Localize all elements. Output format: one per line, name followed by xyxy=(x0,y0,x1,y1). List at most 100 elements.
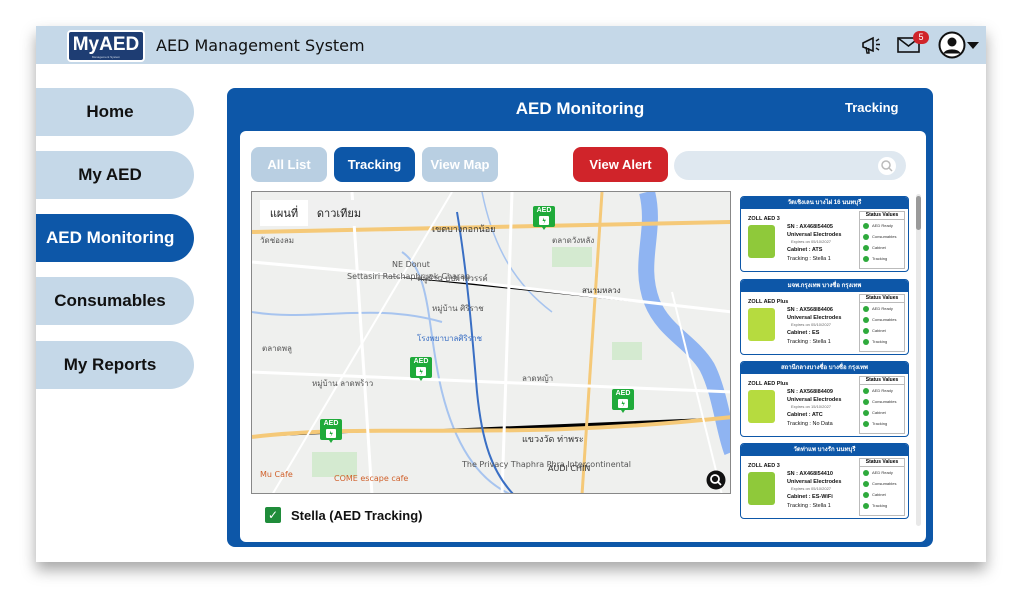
device-expiry: Expires on 05/10/2027 xyxy=(791,322,832,327)
status-label: Consumables xyxy=(872,399,897,404)
status-row: Tracking xyxy=(860,253,904,264)
view-map-button[interactable]: View Map xyxy=(422,147,498,182)
device-location: วัดท่าแพ บางรัก นนทบุรี xyxy=(741,444,908,456)
all-list-button[interactable]: All List xyxy=(251,147,327,182)
user-avatar-icon[interactable] xyxy=(938,31,966,59)
search-input[interactable] xyxy=(674,151,906,180)
status-row: Cabinet xyxy=(860,325,904,336)
sidebar-item-label: Home xyxy=(86,102,134,121)
check-circle-icon xyxy=(863,502,869,509)
map-label: ลาดหญ้า xyxy=(522,374,554,383)
device-serial: SN : AX568I84406 xyxy=(787,307,833,313)
check-circle-icon xyxy=(863,316,869,323)
device-cabinet: Cabinet : ES xyxy=(787,330,820,336)
check-circle-icon xyxy=(863,305,869,312)
aed-device-card[interactable]: มจพ.กรุงเทพ บางซื่อ กรุงเทพ ZOLL AED Plus… xyxy=(740,279,909,355)
map-label: COME escape cafe xyxy=(334,474,409,483)
status-row: Tracking xyxy=(860,418,904,429)
sidebar-item-label: My Reports xyxy=(63,355,157,374)
map-view[interactable]: แผนที่ ดาวเทียม วัดช่องลม เขตบางกอกน้อย … xyxy=(251,191,731,494)
device-tracking: Tracking : No Data xyxy=(787,421,833,427)
sidebar-item-my-reports[interactable]: My Reports xyxy=(36,341,194,389)
status-label: AED Ready xyxy=(872,388,893,393)
check-circle-icon xyxy=(863,398,869,405)
map-label: Settasiri Ratchaphruek-Charan xyxy=(347,272,471,281)
map-zoom-icon[interactable] xyxy=(706,470,726,490)
page-title: AED Monitoring xyxy=(515,99,645,118)
logo[interactable]: MyAED Management System xyxy=(67,30,145,62)
status-label: Consumables xyxy=(872,317,897,322)
logo-text: MyAED xyxy=(72,34,140,55)
sidebar-item-my-aed[interactable]: My AED xyxy=(36,151,194,199)
check-circle-icon xyxy=(863,469,869,476)
map-label: เขตบางกอกน้อย xyxy=(432,225,496,235)
status-values-box: Status Values AED Ready Consumables Cabinet… xyxy=(859,376,905,434)
aed-marker-label: AED xyxy=(615,390,631,397)
check-circle-icon xyxy=(863,327,869,334)
status-label: Tracking xyxy=(872,503,888,508)
map-label: โรงพยาบาลศิริราช xyxy=(417,334,483,343)
status-label: Cabinet xyxy=(872,410,886,415)
status-row: AED Ready xyxy=(860,467,904,478)
stella-tracking-label: Stella (AED Tracking) xyxy=(291,508,423,523)
map-label: The Privacy Thaphra Phra Intercontinenta… xyxy=(462,460,631,469)
device-model: ZOLL AED 3 xyxy=(748,463,780,469)
status-values-title: Status Values xyxy=(860,212,904,220)
device-tracking: Tracking : Stella 1 xyxy=(787,256,831,262)
check-circle-icon xyxy=(863,491,869,498)
logo-subtitle: Management System xyxy=(91,55,121,59)
aed-marker[interactable]: AED xyxy=(410,357,432,381)
status-row: Cabinet xyxy=(860,489,904,500)
cards-scrollbar[interactable] xyxy=(916,194,921,526)
status-label: Cabinet xyxy=(872,492,886,497)
check-circle-icon xyxy=(863,420,869,427)
device-serial: SN : AX568I84409 xyxy=(787,389,833,395)
aed-marker[interactable]: AED xyxy=(533,206,555,230)
sidebar-item-home[interactable]: Home xyxy=(36,88,194,136)
aed-marker[interactable]: AED xyxy=(612,389,634,413)
aed-device-card[interactable]: วัดท่าแพ บางรัก นนทบุรี ZOLL AED 3 SN : AX… xyxy=(740,443,909,519)
device-electrodes: Universal Electrodes xyxy=(787,479,842,485)
cards-scrollbar-thumb[interactable] xyxy=(916,196,921,230)
check-circle-icon xyxy=(863,338,869,345)
sidebar-item-aed-monitoring[interactable]: AED Monitoring xyxy=(36,214,194,262)
status-label: AED Ready xyxy=(872,223,893,228)
tracking-button[interactable]: Tracking xyxy=(334,147,415,182)
status-row: Consumables xyxy=(860,478,904,489)
map-tab-satellite[interactable]: ดาวเทียม xyxy=(308,200,370,226)
map-label: วัดช่องลม xyxy=(260,236,295,245)
map-label: AUDI CHIN xyxy=(548,464,591,473)
device-electrodes: Universal Electrodes xyxy=(787,397,842,403)
status-values-title: Status Values xyxy=(860,295,904,303)
aed-device-card[interactable]: สถานีกลางบางซื่อ บางซื่อ กรุงเทพ ZOLL AED… xyxy=(740,361,909,437)
check-circle-icon xyxy=(863,222,869,229)
device-cabinet: Cabinet : ATC xyxy=(787,412,823,418)
view-alert-button[interactable]: View Alert xyxy=(573,147,668,182)
status-label: Tracking xyxy=(872,256,888,261)
sidebar-item-label: Consumables xyxy=(54,291,166,310)
aed-marker[interactable]: AED xyxy=(320,419,342,443)
check-circle-icon xyxy=(863,255,869,262)
aed-device-card[interactable]: วัดเชิงเลน บางไผ่ 16 นนทบุรี ZOLL AED 3 SN… xyxy=(740,196,909,272)
status-values-title: Status Values xyxy=(860,377,904,385)
device-model: ZOLL AED 3 xyxy=(748,216,780,222)
chevron-down-icon[interactable] xyxy=(966,40,980,50)
map-label: หมู่บ้าน ลาดพร้าว xyxy=(312,379,374,388)
megaphone-icon[interactable] xyxy=(860,34,884,56)
status-values-box: Status Values AED Ready Consumables Cabinet… xyxy=(859,458,905,516)
map-label: แขวงวัด ท่าพระ xyxy=(522,435,584,445)
check-circle-icon xyxy=(863,480,869,487)
device-expiry: Expires on 05/10/2027 xyxy=(791,239,832,244)
aed-marker-label: AED xyxy=(413,358,429,365)
status-label: Tracking xyxy=(872,421,888,426)
map-label: ตลาดพลู xyxy=(262,344,292,353)
check-circle-icon xyxy=(863,244,869,251)
stella-tracking-checkbox[interactable]: ✓ xyxy=(265,507,281,523)
device-cabinet: Cabinet : ATS xyxy=(787,247,823,253)
sidebar-item-consumables[interactable]: Consumables xyxy=(36,277,194,325)
device-expiry: Expires on 15/10/2027 xyxy=(791,404,832,409)
device-serial: SN : AX468I54405 xyxy=(787,224,833,230)
map-tab-map[interactable]: แผนที่ xyxy=(260,200,308,226)
aed-device-image xyxy=(748,225,775,258)
search-icon[interactable] xyxy=(877,156,897,176)
